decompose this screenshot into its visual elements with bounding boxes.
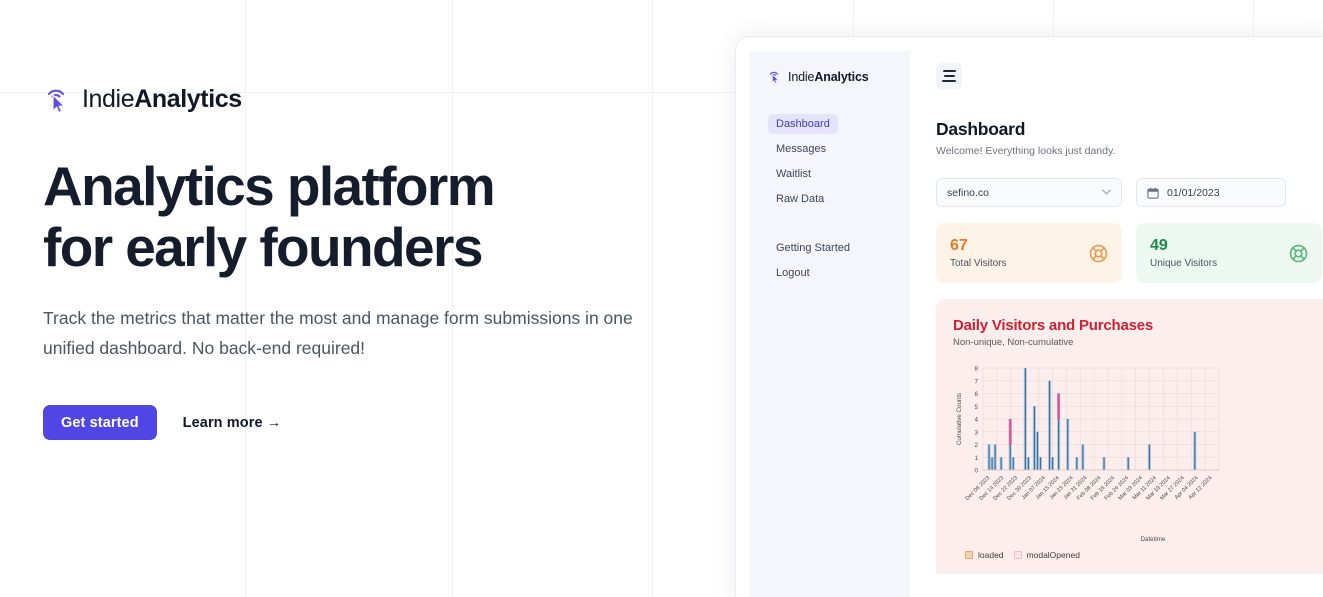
mock-sidebar: IndieAnalytics Dashboard Messages Waitli… bbox=[750, 51, 910, 597]
cta-row: Get started Learn more → bbox=[43, 405, 281, 440]
lifebuoy-icon bbox=[1289, 244, 1308, 263]
mock-sidebar-nav: Dashboard Messages Waitlist Raw Data Get… bbox=[768, 114, 896, 288]
lifebuoy-icon bbox=[1089, 244, 1108, 263]
svg-text:4: 4 bbox=[975, 417, 979, 424]
cursor-signal-icon bbox=[44, 84, 70, 114]
get-started-button[interactable]: Get started bbox=[43, 405, 157, 440]
chart-plot: 0 1 2 3 4 5 6 7 8 Cumulative Counts Dec 06 2023 Dec… bbox=[953, 364, 1221, 544]
svg-text:1: 1 bbox=[975, 455, 979, 462]
site-select[interactable]: sefino.co bbox=[936, 178, 1122, 207]
svg-text:5: 5 bbox=[975, 404, 979, 411]
stat-card-row: 67 Total Visitors 49 Unique Visitors bbox=[936, 223, 1323, 283]
chevron-down-icon bbox=[1102, 188, 1111, 197]
date-input-value: 01/01/2023 bbox=[1167, 186, 1220, 199]
legend-swatch bbox=[1013, 551, 1022, 559]
dashboard-preview-panel: IndieAnalytics Dashboard Messages Waitli… bbox=[735, 36, 1323, 597]
mock-content: Dashboard Welcome! Everything looks just… bbox=[910, 97, 1323, 574]
sidebar-item-waitlist[interactable]: Waitlist bbox=[768, 164, 819, 184]
hero-section: IndieAnalytics Analytics platform for ea… bbox=[0, 0, 740, 597]
mock-brand-light: Indie bbox=[788, 69, 815, 84]
sidebar-item-messages[interactable]: Messages bbox=[768, 139, 834, 159]
stat-value: 67 bbox=[950, 237, 968, 255]
hero-subcopy: Track the metrics that matter the most a… bbox=[43, 308, 633, 358]
sidebar-item-logout[interactable]: Logout bbox=[768, 263, 818, 283]
calendar-icon bbox=[1147, 187, 1159, 199]
mock-main: Dashboard Welcome! Everything looks just… bbox=[910, 51, 1323, 597]
stat-card-total-visitors: 67 Total Visitors bbox=[936, 223, 1122, 283]
chart-title: Daily Visitors and Purchases bbox=[953, 317, 1154, 334]
mock-brand-logo[interactable]: IndieAnalytics bbox=[768, 69, 896, 84]
svg-text:0: 0 bbox=[975, 468, 979, 475]
svg-text:Datetime: Datetime bbox=[1141, 536, 1166, 543]
dashboard-filters: sefino.co 01/01/2023 bbox=[936, 178, 1323, 207]
chart-legend: loaded modalOpened bbox=[953, 550, 1323, 560]
legend-item-modalopened: modalOpened bbox=[1013, 550, 1080, 560]
svg-text:Cumulative Counts: Cumulative Counts bbox=[956, 393, 963, 445]
svg-text:3: 3 bbox=[975, 429, 979, 436]
legend-label: modalOpened bbox=[1026, 550, 1080, 560]
sidebar-item-getting-started[interactable]: Getting Started bbox=[768, 238, 858, 258]
sidebar-divider-space bbox=[768, 214, 896, 238]
headline-line-2: for early founders bbox=[43, 216, 483, 278]
page-title: Analytics platform for early founders bbox=[43, 156, 683, 278]
svg-text:7: 7 bbox=[975, 378, 979, 385]
sidebar-item-dashboard[interactable]: Dashboard bbox=[768, 114, 838, 134]
legend-label: loaded bbox=[978, 550, 1004, 560]
stat-card-unique-visitors: 49 Unique Visitors bbox=[1136, 223, 1322, 283]
chart-card: Daily Visitors and Purchases Non-unique,… bbox=[936, 299, 1323, 574]
headline-line-1: Analytics platform bbox=[43, 155, 496, 217]
hamburger-icon[interactable] bbox=[936, 63, 962, 89]
dashboard-title: Dashboard bbox=[936, 119, 1026, 139]
stat-value: 49 bbox=[1150, 237, 1168, 255]
mock-brand-bold: Analytics bbox=[814, 69, 869, 84]
brand-name: IndieAnalytics bbox=[82, 85, 242, 114]
svg-text:6: 6 bbox=[975, 391, 979, 398]
mock-brand-name: IndieAnalytics bbox=[788, 70, 869, 84]
svg-text:8: 8 bbox=[975, 366, 979, 373]
date-input[interactable]: 01/01/2023 bbox=[1136, 178, 1286, 207]
stat-label: Total Visitors bbox=[950, 257, 1007, 269]
cursor-signal-icon bbox=[768, 69, 781, 84]
stat-label: Unique Visitors bbox=[1150, 257, 1218, 269]
legend-item-loaded: loaded bbox=[965, 550, 1004, 560]
brand-name-bold: Analytics bbox=[134, 84, 242, 113]
landing-page: IndieAnalytics Analytics platform for ea… bbox=[0, 0, 1323, 597]
brand-logo[interactable]: IndieAnalytics bbox=[44, 84, 242, 114]
dashboard-subtitle: Welcome! Everything looks just dandy. bbox=[936, 145, 1116, 157]
chart-subtitle: Non-unique, Non-cumulative bbox=[953, 337, 1074, 348]
brand-name-light: Indie bbox=[82, 84, 135, 113]
svg-text:2: 2 bbox=[975, 442, 979, 449]
legend-swatch bbox=[965, 551, 973, 559]
mock-topbar bbox=[910, 51, 1323, 97]
learn-more-link[interactable]: Learn more → bbox=[183, 415, 282, 431]
sidebar-item-raw-data[interactable]: Raw Data bbox=[768, 189, 832, 209]
site-select-value: sefino.co bbox=[947, 186, 990, 199]
